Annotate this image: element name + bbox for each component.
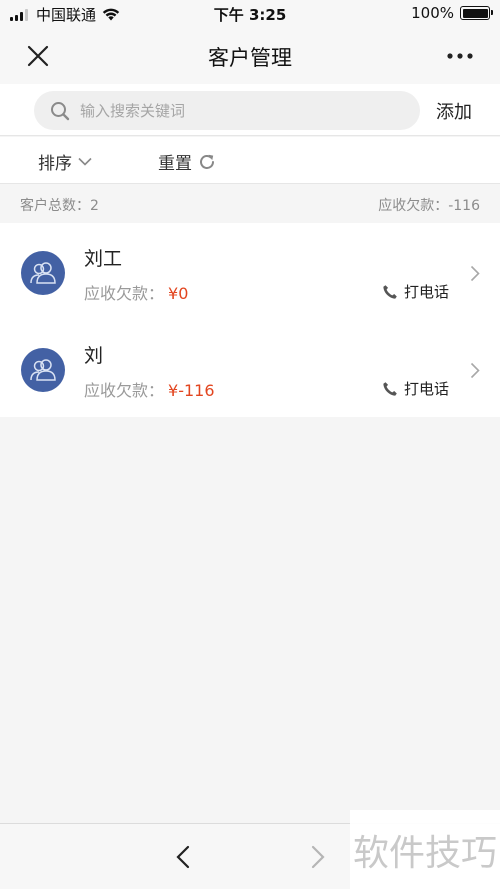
add-button[interactable]: 添加 [436, 98, 472, 124]
debt-label: 应收欠款： [84, 381, 165, 400]
reset-label: 重置 [158, 154, 192, 174]
watermark: 软件技巧 [350, 810, 500, 889]
battery-percent: 100% [411, 4, 454, 22]
close-icon [27, 45, 49, 67]
close-button[interactable] [20, 40, 56, 72]
call-label: 打电话 [404, 283, 450, 301]
avatar [21, 348, 65, 392]
status-right: 100% [411, 4, 493, 22]
users-icon [30, 262, 56, 284]
users-icon [30, 359, 56, 381]
summary-bar: 客户总数：2 应收欠款：-116 [0, 185, 500, 223]
debt-amount: ¥0 [168, 284, 189, 303]
call-label: 打电话 [404, 380, 450, 398]
battery-icon [460, 6, 493, 20]
debt-line: 应收欠款： ¥-116 [84, 377, 215, 401]
receivable-total: 应收欠款：-116 [378, 198, 480, 214]
chevron-right-icon [470, 362, 480, 379]
debt-line: 应收欠款： ¥0 [84, 280, 188, 304]
chevron-right-icon [470, 265, 480, 282]
back-button[interactable] [168, 842, 198, 872]
page-title: 客户管理 [208, 46, 292, 70]
more-dots-icon [447, 53, 473, 59]
filter-bar: 排序 重置 [0, 137, 500, 184]
customer-total: 客户总数：2 [20, 198, 99, 214]
sort-label: 排序 [38, 154, 72, 174]
search-input[interactable] [80, 101, 400, 120]
status-bar: 中国联通 下午 3:25 100% [0, 0, 500, 28]
reset-button[interactable]: 重置 [158, 149, 216, 174]
phone-icon [383, 284, 397, 299]
customer-list: 刘工 应收欠款： ¥0 打电话 刘 应收欠款： ¥-116 打电话 [0, 223, 500, 417]
search-box[interactable] [34, 91, 420, 130]
battery-fill [462, 8, 488, 18]
phone-icon [383, 381, 397, 396]
debt-amount: ¥-116 [168, 381, 215, 400]
sort-button[interactable]: 排序 [38, 149, 92, 174]
call-button[interactable]: 打电话 [382, 281, 449, 302]
search-icon [50, 101, 70, 121]
chevron-left-icon [176, 845, 190, 869]
avatar [21, 251, 65, 295]
refresh-icon [200, 154, 214, 169]
search-bar: 添加 [0, 84, 500, 136]
chevron-right-icon [311, 845, 325, 869]
list-item[interactable]: 刘 应收欠款： ¥-116 打电话 [0, 320, 500, 417]
customer-name: 刘工 [84, 248, 123, 270]
more-button[interactable] [440, 40, 480, 72]
forward-button[interactable] [303, 842, 333, 872]
nav-bar: 客户管理 [0, 28, 500, 84]
list-item[interactable]: 刘工 应收欠款： ¥0 打电话 [0, 223, 500, 320]
customer-name: 刘 [84, 345, 104, 367]
debt-label: 应收欠款： [84, 284, 165, 303]
chevron-down-icon [78, 157, 92, 166]
call-button[interactable]: 打电话 [382, 378, 449, 399]
